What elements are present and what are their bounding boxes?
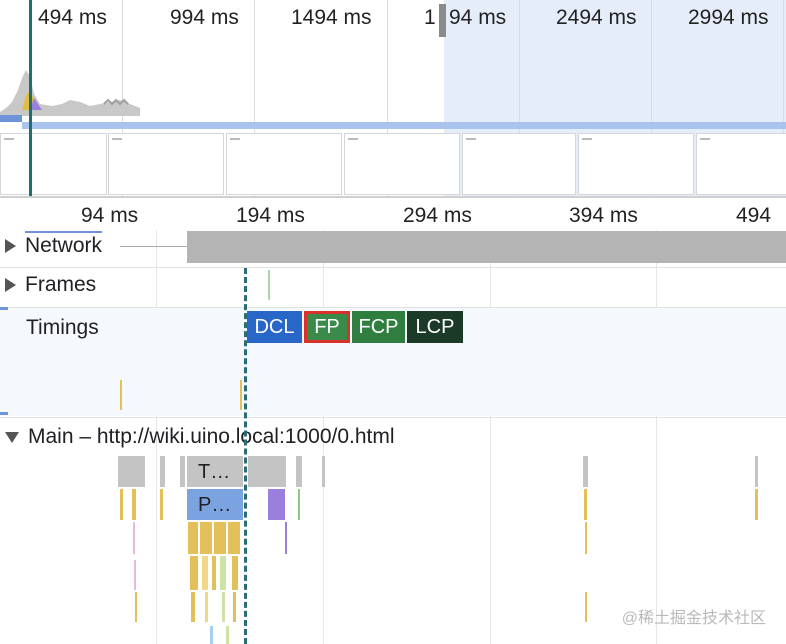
screenshot-thumbnail[interactable] (462, 133, 576, 195)
task-block[interactable] (755, 456, 758, 487)
cpu-activity-graph (0, 70, 140, 116)
parse-html-block[interactable]: P… (187, 489, 243, 520)
task-block[interactable] (118, 456, 145, 487)
screenshot-thumbnail[interactable] (0, 133, 107, 195)
task-block[interactable] (583, 456, 588, 487)
overview-time-label: 2494 ms (556, 6, 637, 29)
track-edge-marker (0, 412, 8, 415)
overview-resize-handle[interactable] (439, 4, 446, 37)
script-block[interactable] (132, 489, 136, 520)
render-block[interactable] (285, 522, 287, 554)
screenshot-thumbnail[interactable] (696, 133, 786, 195)
ruler-time-label: 94 ms (81, 204, 139, 227)
task-block[interactable] (180, 456, 185, 487)
gc-block[interactable] (134, 560, 136, 590)
screenshot-thumbnail[interactable] (108, 133, 224, 195)
screenshot-thumbnail[interactable] (578, 133, 694, 195)
overview-time-label: 1 (424, 6, 436, 29)
script-block[interactable] (202, 556, 208, 590)
overview-time-label: 2994 ms (688, 6, 769, 29)
overview-network-bar (22, 122, 786, 129)
script-block[interactable] (188, 522, 198, 554)
script-block[interactable] (210, 626, 213, 644)
task-block[interactable] (160, 456, 165, 487)
screenshot-thumbnail[interactable] (344, 133, 460, 195)
timing-tick (240, 380, 242, 410)
script-block[interactable] (191, 592, 195, 622)
script-block[interactable] (205, 592, 208, 622)
track-separator (0, 307, 786, 308)
timeline-gridline (490, 230, 491, 644)
fp-marker[interactable]: FP (304, 311, 350, 343)
time-ruler: 94 ms 194 ms 294 ms 394 ms 494 (0, 196, 786, 232)
script-block[interactable] (585, 592, 587, 622)
network-connector-line (120, 246, 187, 247)
fcp-marker[interactable]: FCP (352, 311, 405, 343)
watermark: @稀土掘金技术社区 (621, 610, 766, 627)
script-block[interactable] (200, 522, 212, 554)
frame-marker (268, 270, 270, 300)
network-request-bar[interactable] (187, 231, 786, 263)
script-block[interactable] (226, 626, 229, 644)
timings-track-label: Timings (26, 316, 99, 339)
network-track-header[interactable]: Network (5, 231, 103, 258)
overview-time-label: 1494 ms (291, 6, 372, 29)
script-block[interactable] (160, 489, 163, 520)
ruler-time-label: 494 (736, 204, 772, 227)
lcp-marker[interactable]: LCP (407, 311, 463, 343)
main-track-label: Main – http://wiki.uino.local:1000/0.htm… (28, 425, 395, 448)
script-block[interactable] (120, 489, 123, 520)
timeline-gridline (656, 230, 657, 644)
track-separator (0, 267, 786, 268)
script-block[interactable] (233, 592, 236, 622)
script-block[interactable] (228, 522, 240, 554)
network-track-label: Network (25, 231, 103, 257)
frames-track-label: Frames (25, 273, 97, 296)
main-task-block[interactable]: T… (187, 456, 243, 487)
script-block[interactable] (212, 556, 216, 590)
script-block[interactable] (135, 592, 137, 622)
task-block[interactable] (296, 456, 302, 487)
script-block[interactable] (190, 556, 198, 590)
track-edge-marker (0, 307, 8, 310)
dcl-marker[interactable]: DCL (247, 311, 302, 343)
track-separator (0, 417, 786, 418)
ruler-time-label: 194 ms (236, 204, 305, 227)
paint-block[interactable] (298, 489, 300, 520)
overview-network-bar (0, 115, 22, 122)
timeline-overview[interactable]: 494 ms 994 ms 1494 ms 1 94 ms 2494 ms 29… (0, 0, 786, 196)
ruler-time-label: 394 ms (569, 204, 638, 227)
frames-track-header[interactable]: Frames (5, 273, 96, 297)
overview-time-label: 94 ms (449, 6, 507, 29)
script-block[interactable] (222, 592, 225, 622)
gc-block[interactable] (133, 522, 135, 554)
current-time-dashed-marker (244, 268, 247, 644)
script-block[interactable] (585, 522, 587, 554)
ruler-time-label: 294 ms (403, 204, 472, 227)
script-block[interactable] (214, 522, 226, 554)
script-block[interactable] (584, 489, 587, 520)
collapse-arrow-icon[interactable] (5, 431, 19, 443)
overview-time-label: 494 ms (38, 6, 107, 29)
overview-time-label: 994 ms (170, 6, 239, 29)
timing-tick (120, 380, 122, 410)
task-block[interactable] (322, 456, 325, 487)
task-block[interactable] (248, 456, 286, 487)
overview-playhead[interactable] (29, 0, 32, 196)
script-block[interactable] (755, 489, 758, 520)
script-block[interactable] (232, 556, 238, 590)
script-block[interactable] (220, 556, 226, 590)
main-track-header[interactable]: Main – http://wiki.uino.local:1000/0.htm… (5, 425, 395, 449)
expand-arrow-icon[interactable] (5, 278, 16, 293)
expand-arrow-icon[interactable] (5, 239, 16, 254)
render-block[interactable] (268, 489, 285, 520)
screenshot-thumbnail[interactable] (226, 133, 342, 195)
